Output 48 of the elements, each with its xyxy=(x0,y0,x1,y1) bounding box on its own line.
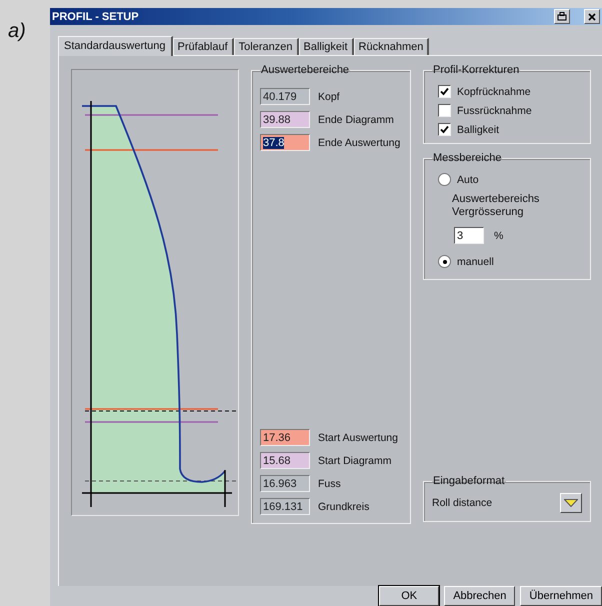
field-label: Kopf xyxy=(318,90,340,102)
unit-label: % xyxy=(494,230,504,242)
radio-button[interactable] xyxy=(438,255,451,268)
value-field[interactable]: 169.131 xyxy=(260,498,310,515)
radio-label: Auto xyxy=(457,174,479,186)
checkbox-label: Fussrücknahme xyxy=(457,104,532,116)
checkbox-label: Kopfrücknahme xyxy=(457,86,531,98)
group-title: Eingabeformat xyxy=(432,475,506,487)
dropdown-button[interactable] xyxy=(560,493,582,513)
group-title: Profil-Korrekturen xyxy=(432,64,520,76)
field-label: Ende Diagramm xyxy=(318,114,394,126)
field-label: Start Auswertung xyxy=(318,432,398,444)
value-field[interactable]: 40.179 xyxy=(260,88,310,105)
tab[interactable]: Toleranzen xyxy=(234,38,298,55)
field-label: Start Diagramm xyxy=(318,454,392,466)
window-title: PROFIL - SETUP xyxy=(52,10,139,22)
close-icon[interactable] xyxy=(584,9,600,24)
caret-icon xyxy=(564,499,578,507)
radio-label: manuell xyxy=(457,256,494,268)
tab[interactable]: Rücknahmen xyxy=(354,38,430,55)
print-icon[interactable] xyxy=(554,9,570,24)
value-field[interactable]: 39.88 xyxy=(260,111,310,128)
value-field[interactable]: 15.68 xyxy=(260,452,310,469)
dialog-button[interactable]: OK xyxy=(379,586,440,606)
figure-label: a) xyxy=(7,19,27,44)
format-value: Roll distance xyxy=(432,497,492,509)
field-label: Fuss xyxy=(318,478,341,490)
check-icon xyxy=(440,125,449,134)
field-label: Grundkreis xyxy=(318,500,370,512)
checkbox-label: Balligkeit xyxy=(457,124,500,136)
radio-button[interactable] xyxy=(438,173,451,186)
group-title: Auswertebereiche xyxy=(260,64,350,76)
value-field[interactable]: 37.8 xyxy=(260,134,310,151)
checkbox[interactable] xyxy=(438,104,451,117)
value-field[interactable]: 16.963 xyxy=(260,475,310,492)
dialog-button[interactable]: Übernehmen xyxy=(520,586,602,606)
field-label: Ende Auswertung xyxy=(318,136,400,148)
check-icon xyxy=(440,87,449,96)
tab[interactable]: Prüfablauf xyxy=(172,38,234,55)
tab[interactable]: Standardauswertung xyxy=(58,36,173,56)
group-title: Messbereiche xyxy=(432,152,502,164)
value-field[interactable]: 17.36 xyxy=(260,429,310,446)
zoom-field[interactable]: 3 xyxy=(454,227,484,244)
dialog-button[interactable]: Abbrechen xyxy=(444,586,516,606)
tab[interactable]: Balligkeit xyxy=(298,38,354,55)
hint-text: Auswertebereichs Vergrösserung xyxy=(452,193,540,219)
checkbox[interactable] xyxy=(438,85,451,98)
checkbox[interactable] xyxy=(438,123,451,136)
